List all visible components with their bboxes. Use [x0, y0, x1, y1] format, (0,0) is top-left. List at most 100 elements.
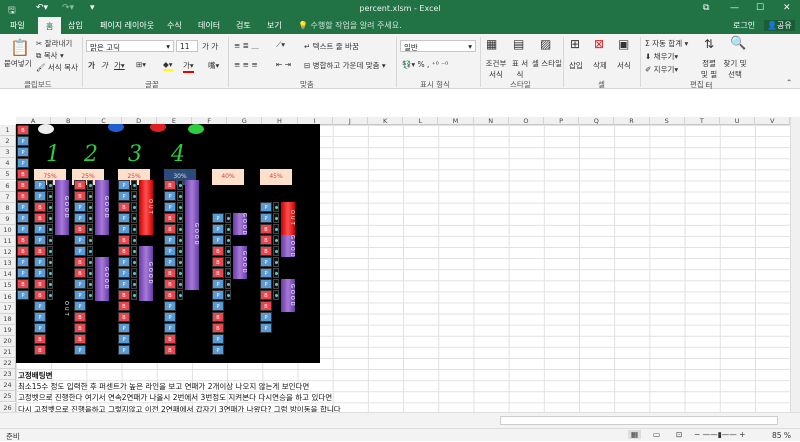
column-header[interactable]: K [368, 117, 404, 125]
accounting-icon[interactable]: 💱▾ % , ⁺⁰ ⁻⁰ [402, 60, 448, 69]
row-header[interactable]: 9 [0, 213, 16, 225]
row-header[interactable]: 8 [0, 202, 16, 214]
column-header[interactable]: T [684, 117, 720, 125]
fill-button[interactable]: ⬇ 채우기▾ [645, 51, 678, 62]
wrap-text-button[interactable]: ↵ 텍스트 줄 바꿈 [304, 41, 359, 52]
font-grow-icon[interactable]: 가 가 [202, 41, 218, 52]
paste-icon[interactable]: 📋 [10, 38, 30, 57]
row-header[interactable]: 18 [0, 313, 16, 325]
tab-formulas[interactable]: 수식 [167, 20, 182, 31]
tab-insert[interactable]: 삽입 [68, 20, 83, 31]
row-header[interactable]: 19 [0, 324, 16, 336]
merge-center-button[interactable]: ⊟ 병합하고 가운데 맞춤 ▾ [304, 60, 386, 71]
column-header[interactable]: R [614, 117, 650, 125]
autosum-button[interactable]: Σ 자동 합계 ▾ [645, 38, 688, 49]
row-header[interactable]: 2 [0, 136, 16, 148]
bold-button[interactable]: 가 [88, 60, 95, 71]
row-header[interactable]: 25 [0, 391, 16, 403]
column-header[interactable]: V [755, 117, 790, 125]
row-header[interactable]: 10 [0, 224, 16, 236]
row-header[interactable]: 17 [0, 302, 16, 314]
column-header[interactable]: M [438, 117, 474, 125]
note-cell[interactable]: 고정벳으로 진행한다 여기서 연속2연패가 나올시 2번에서 3번정도 지켜본다… [18, 392, 332, 403]
row-header[interactable]: 22 [0, 358, 16, 370]
row-header[interactable]: 15 [0, 280, 16, 292]
horizontal-scrollbar[interactable] [500, 416, 778, 425]
row-header[interactable]: 3 [0, 147, 16, 159]
copy-button[interactable]: ⧉ 복사 ▾ [36, 50, 64, 61]
row-header[interactable]: 23 [0, 369, 16, 381]
vertical-align-icons[interactable]: ≡ ≣ ＿ [234, 40, 259, 51]
page-layout-view-icon[interactable]: ▭ [653, 430, 660, 439]
row-header[interactable]: 7 [0, 191, 16, 203]
row-header[interactable]: 20 [0, 335, 16, 347]
column-header[interactable]: U [720, 117, 756, 125]
delete-cells-icon[interactable]: ⊠ [594, 37, 604, 51]
row-header[interactable]: 5 [0, 169, 16, 181]
insert-cells-button[interactable]: 삽입 [569, 60, 583, 71]
tab-page-layout[interactable]: 페이지 레이아웃 [100, 20, 154, 31]
underline-button[interactable]: 가▾ [114, 60, 125, 71]
percent-button[interactable]: % [418, 60, 425, 69]
close-button[interactable]: ✕ [783, 3, 791, 13]
page-break-view-icon[interactable]: ⊡ [676, 430, 682, 439]
delete-cells-button[interactable]: 삭제 [593, 60, 607, 71]
clear-button[interactable]: ✐ 지우기▾ [645, 64, 678, 75]
row-header[interactable]: 6 [0, 180, 16, 192]
number-format-select[interactable]: 일반 ▾ [400, 40, 476, 52]
note-cell[interactable]: 최소15수 정도 입력한 후 퍼센트가 높은 라인을 보고 연패가 2개이상 나… [18, 381, 309, 392]
row-header[interactable]: 1 [0, 125, 16, 137]
column-header[interactable]: S [649, 117, 685, 125]
tab-home[interactable]: 홈 [38, 17, 62, 34]
row-header[interactable]: 12 [0, 247, 16, 259]
indent-icons[interactable]: ⇤ ⇥ [276, 60, 291, 69]
login-link[interactable]: 로그인 [733, 20, 755, 31]
share-button[interactable]: 👤공유 [764, 20, 795, 31]
row-header[interactable]: 11 [0, 236, 16, 248]
conditional-format-icon[interactable]: ▦ [486, 37, 497, 51]
ribbon-display-icon[interactable]: ⧉ [703, 3, 709, 13]
font-name-select[interactable]: 맑은 고딕 ▾ [86, 40, 174, 52]
note-cell[interactable]: 고정배팅변 [18, 370, 53, 381]
collapse-ribbon-icon[interactable]: ⌃ [786, 78, 792, 87]
column-header[interactable]: Q [579, 117, 615, 125]
normal-view-icon[interactable]: ▦ [628, 430, 642, 439]
embedded-picture[interactable]: B P P P B B B P P P B B P P B P 1 2 3 4 75% 25% 25% 30% 40% 45% P P… [16, 124, 320, 363]
tab-review[interactable]: 검토 [236, 20, 251, 31]
column-header[interactable]: O [508, 117, 544, 125]
note-cell[interactable]: 다시 고정벳으로 진행을하고 그렇지않고 이전 2연패에서 갑자기 3연패가 나… [18, 404, 341, 413]
row-header[interactable]: 26 [0, 402, 16, 412]
minimize-button[interactable]: — [730, 3, 739, 13]
column-header[interactable]: L [403, 117, 439, 125]
format-painter-button[interactable]: 🖌 서식 복사 [36, 62, 78, 73]
insert-cells-icon[interactable]: ⊞ [570, 37, 580, 51]
zoom-slider[interactable]: − ——▮—— + [694, 430, 745, 439]
border-icon[interactable]: ⊞▾ [136, 60, 146, 69]
italic-button[interactable]: 가 [101, 60, 108, 71]
vertical-scrollbar[interactable] [790, 117, 800, 412]
worksheet[interactable]: ABCDEFGHIJKLMNOPQRSTUV 1 2 3 4 5 6 7 8 9 10 11 12 13… [0, 117, 790, 412]
row-header[interactable]: 21 [0, 347, 16, 359]
column-header[interactable]: N [473, 117, 509, 125]
font-size-select[interactable]: 11 [176, 40, 198, 52]
tell-me-box[interactable]: 💡 수행할 작업을 알려 주세요. [298, 20, 402, 31]
row-header[interactable]: 16 [0, 291, 16, 303]
row-header[interactable]: 4 [0, 158, 16, 170]
cut-button[interactable]: ✂ 잘라내기 [36, 38, 72, 49]
table-format-icon[interactable]: ▤ [513, 37, 524, 51]
format-cells-button[interactable]: 서식 [617, 60, 631, 71]
tab-file[interactable]: 파일 [10, 20, 25, 31]
row-header[interactable]: 14 [0, 269, 16, 281]
cell-styles-icon[interactable]: ▨ [540, 37, 551, 51]
row-header[interactable]: 13 [0, 258, 16, 270]
find-select-button[interactable]: 찾기 및 선택 [722, 58, 748, 80]
paste-button[interactable]: 붙여넣기 [4, 58, 32, 69]
sort-filter-icon[interactable]: ⇅ [704, 37, 714, 51]
fill-color-icon[interactable]: ◆▾ [163, 60, 173, 71]
table-format-button[interactable]: 표 서식 [510, 58, 530, 80]
phonetic-icon[interactable]: 嘴▾ [208, 60, 219, 71]
column-header[interactable]: J [332, 117, 368, 125]
horizontal-align-icons[interactable]: ≡ ≡ ≡ [234, 60, 258, 69]
tab-data[interactable]: 데이터 [198, 20, 220, 31]
maximize-button[interactable]: ☐ [756, 3, 764, 13]
